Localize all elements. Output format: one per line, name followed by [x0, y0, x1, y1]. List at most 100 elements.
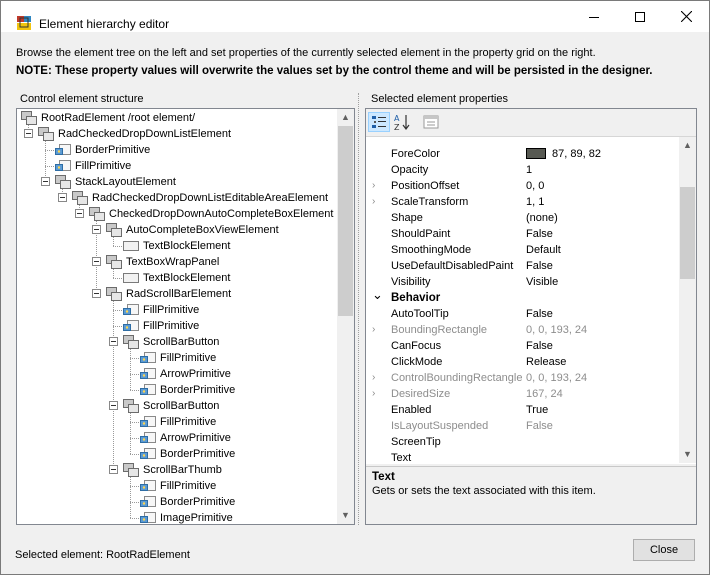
tree-node[interactable]: ScrollBarButton [123, 398, 219, 414]
property-row[interactable]: AutoToolTip False [366, 306, 679, 322]
property-value[interactable]: 0, 0 [526, 178, 544, 194]
tree-node[interactable]: RootRadElement /root element/ [21, 110, 195, 126]
property-value[interactable]: False [526, 226, 553, 242]
property-value[interactable]: False [526, 418, 553, 434]
maximize-button[interactable] [617, 1, 663, 32]
property-row[interactable]: ScreenTip [366, 434, 679, 450]
property-row[interactable]: UseDefaultDisabledPaint False [366, 258, 679, 274]
collapse-toggle-icon[interactable] [24, 129, 33, 138]
chevron-right-icon[interactable]: › [372, 322, 375, 338]
tree-scroll-thumb[interactable] [338, 126, 353, 316]
collapse-toggle-icon[interactable] [109, 465, 118, 474]
collapse-toggle-icon[interactable] [92, 225, 101, 234]
grid-scroll-thumb[interactable] [680, 187, 695, 279]
property-row[interactable]: ForeColor 87, 89, 82 [366, 146, 679, 162]
chevron-right-icon[interactable]: › [372, 194, 375, 210]
tree-node[interactable]: AutoCompleteBoxViewElement [106, 222, 279, 238]
property-row[interactable]: SmoothingMode Default [366, 242, 679, 258]
property-value[interactable]: False [526, 338, 553, 354]
tree-node[interactable]: FillPrimitive [140, 414, 216, 430]
tree-node[interactable]: ImagePrimitive [140, 510, 233, 524]
property-row[interactable]: CanFocus False [366, 338, 679, 354]
property-value[interactable]: 1, 1 [526, 194, 544, 210]
minimize-button[interactable] [571, 1, 617, 32]
tree-node[interactable]: FillPrimitive [140, 478, 216, 494]
property-grid-scrollbar[interactable]: ▲ ▼ [679, 137, 696, 463]
property-value[interactable]: Default [526, 242, 561, 258]
property-value[interactable]: 0, 0, 193, 24 [526, 322, 587, 338]
tree-node[interactable]: ScrollBarThumb [123, 462, 222, 478]
property-row[interactable]: Opacity 1 [366, 162, 679, 178]
property-pages-button[interactable] [420, 112, 442, 132]
property-row[interactable]: Visibility Visible [366, 274, 679, 290]
collapse-toggle-icon[interactable] [58, 193, 67, 202]
property-value[interactable]: (none) [526, 210, 558, 226]
grid-scroll-down-icon[interactable]: ▼ [679, 446, 696, 463]
chevron-down-icon[interactable]: ⌄ [372, 287, 383, 303]
property-grid[interactable]: ForeColor 87, 89, 82 Opacity 1 › PositionOffs… [366, 136, 696, 464]
property-value[interactable]: Visible [526, 274, 558, 290]
tree-node[interactable]: TextBlockElement [123, 238, 230, 254]
tree-node[interactable]: StackLayoutElement [55, 174, 176, 190]
chevron-right-icon[interactable]: › [372, 370, 375, 386]
property-value[interactable]: 0, 0, 193, 24 [526, 370, 587, 386]
property-value[interactable]: False [526, 306, 553, 322]
property-value[interactable]: 167, 24 [526, 386, 563, 402]
property-value[interactable]: True [526, 402, 548, 418]
tree-node[interactable]: RadCheckedDropDownListEditableAreaElemen… [72, 190, 328, 206]
tree-node[interactable]: BorderPrimitive [140, 382, 235, 398]
property-row[interactable]: › PositionOffset 0, 0 [366, 178, 679, 194]
tree-node[interactable]: BorderPrimitive [140, 446, 235, 462]
tree-node[interactable]: RadCheckedDropDownListElement [38, 126, 231, 142]
chevron-right-icon[interactable]: › [372, 386, 375, 402]
property-row[interactable]: Shape (none) [366, 210, 679, 226]
property-category[interactable]: ⌄ Behavior [366, 287, 679, 306]
chevron-right-icon[interactable]: › [372, 178, 375, 194]
tree-node[interactable]: BorderPrimitive [140, 494, 235, 510]
collapse-toggle-icon[interactable] [92, 289, 101, 298]
scroll-up-icon[interactable]: ▲ [337, 109, 354, 126]
collapse-toggle-icon[interactable] [75, 209, 84, 218]
grid-scroll-up-icon[interactable]: ▲ [679, 137, 696, 154]
property-row[interactable]: ShouldPaint False [366, 226, 679, 242]
property-value[interactable]: False [526, 258, 553, 274]
close-button[interactable]: Close [633, 539, 695, 561]
property-row[interactable]: › DesiredSize 167, 24 [366, 386, 679, 402]
tree-node[interactable]: ArrowPrimitive [140, 366, 231, 382]
tree-panel-label: Control element structure [20, 93, 144, 105]
tree-node[interactable]: ScrollBarButton [123, 334, 219, 350]
categorized-view-button[interactable] [368, 112, 390, 132]
tree-node[interactable]: BorderPrimitive [55, 142, 150, 158]
element-tree[interactable]: RootRadElement /root element/RadCheckedD… [16, 108, 355, 525]
property-row[interactable]: IsLayoutSuspended False [366, 418, 679, 434]
tree-node[interactable]: CheckedDropDownAutoCompleteBoxElement [89, 206, 333, 222]
collapse-toggle-icon[interactable] [109, 337, 118, 346]
tree-node[interactable]: TextBoxWrapPanel [106, 254, 219, 270]
property-row[interactable]: ClickMode Release [366, 354, 679, 370]
property-value[interactable]: Release [526, 354, 566, 370]
tree-node[interactable]: ArrowPrimitive [140, 430, 231, 446]
title-bar[interactable]: Element hierarchy editor [1, 1, 709, 32]
intro-description: Browse the element tree on the left and … [16, 47, 596, 59]
property-value[interactable]: 87, 89, 82 [526, 146, 601, 162]
panel-splitter[interactable] [358, 93, 362, 525]
tree-node[interactable]: FillPrimitive [123, 302, 199, 318]
property-row[interactable]: Enabled True [366, 402, 679, 418]
property-value[interactable]: 1 [526, 162, 532, 178]
collapse-toggle-icon[interactable] [92, 257, 101, 266]
tree-node[interactable]: FillPrimitive [55, 158, 131, 174]
tree-scrollbar[interactable]: ▲ ▼ [337, 109, 354, 524]
alphabetical-view-button[interactable]: A Z [391, 112, 413, 132]
property-row[interactable]: › ControlBoundingRectangle 0, 0, 193, 24 [366, 370, 679, 386]
tree-node[interactable]: TextBlockElement [123, 270, 230, 286]
close-window-button[interactable] [663, 1, 709, 32]
property-row[interactable]: Text [366, 450, 679, 464]
property-row[interactable]: › ScaleTransform 1, 1 [366, 194, 679, 210]
tree-node[interactable]: FillPrimitive [123, 318, 199, 334]
property-row[interactable]: › BoundingRectangle 0, 0, 193, 24 [366, 322, 679, 338]
collapse-toggle-icon[interactable] [41, 177, 50, 186]
tree-node[interactable]: RadScrollBarElement [106, 286, 231, 302]
tree-node[interactable]: FillPrimitive [140, 350, 216, 366]
collapse-toggle-icon[interactable] [109, 401, 118, 410]
scroll-down-icon[interactable]: ▼ [337, 507, 354, 524]
